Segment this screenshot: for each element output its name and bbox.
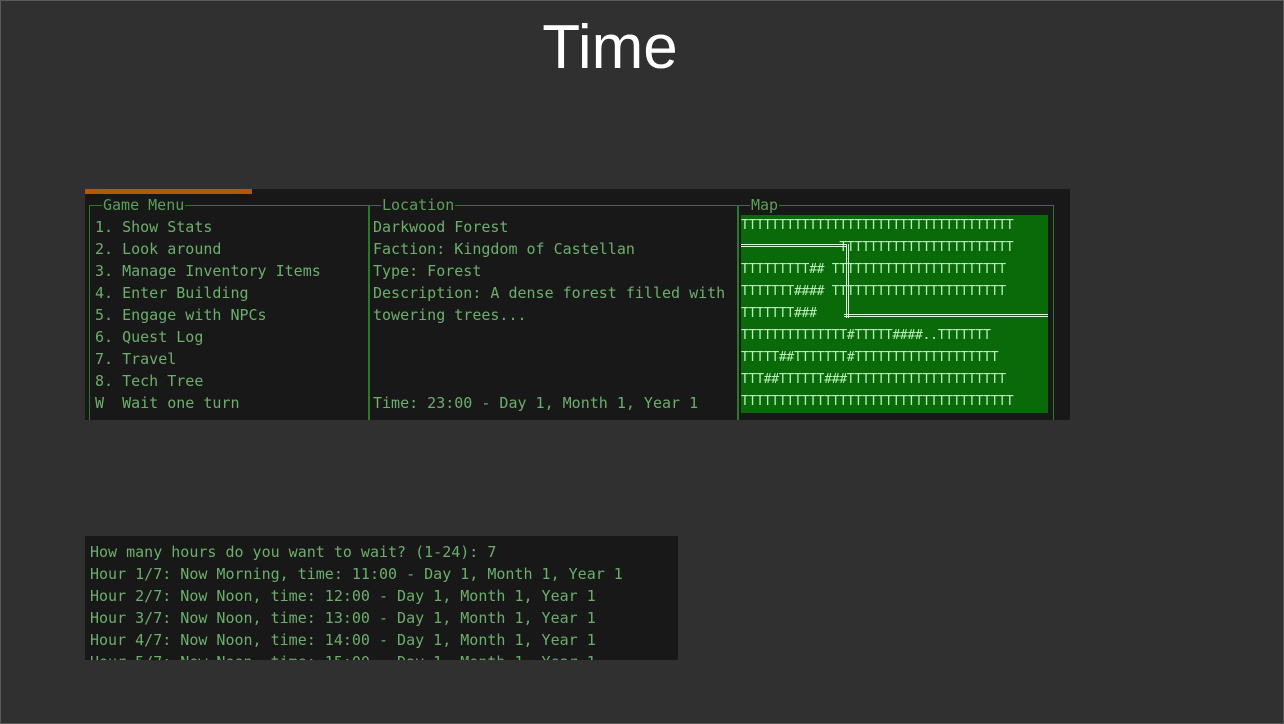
map-label: Map [750, 196, 780, 214]
game-menu-label: Game Menu [102, 196, 186, 214]
map-road [844, 244, 849, 318]
menu-item-show-stats[interactable]: 1. Show Stats [95, 216, 212, 238]
log-line-prompt: How many hours do you want to wait? (1-2… [90, 543, 497, 561]
location-description: Description: A dense forest filled with [373, 284, 726, 302]
menu-item-tech-tree[interactable]: 8. Tech Tree [95, 370, 203, 392]
map-row: TTTTTTTTTTTTTTTTTTTTTTTTTTTTTTTTTTTT [741, 394, 1014, 409]
wait-log-terminal: How many hours do you want to wait? (1-2… [85, 536, 678, 660]
map-row: TTTTTTT### [741, 306, 817, 321]
log-line: Hour 5/7: Now Noon, time: 15:00 - Day 1,… [90, 651, 596, 660]
location-label: Location [381, 196, 456, 214]
progress-bar [85, 189, 253, 194]
menu-item-quest-log[interactable]: 6. Quest Log [95, 326, 203, 348]
log-line: Hour 3/7: Now Noon, time: 13:00 - Day 1,… [90, 609, 596, 627]
map-row: TTTTTTTTT## TTTTTTTTTTTTTTTTTTTTTTT [741, 262, 1006, 277]
log-line: Hour 4/7: Now Noon, time: 14:00 - Day 1,… [90, 631, 596, 649]
game-terminal: Game Menu Location Map 1. Show Stats 2. … [85, 189, 1070, 420]
map-row: TTTTTTTTTTTTTTTTTTTTTTTTTTTTTTTTTTTT [741, 218, 1014, 233]
menu-item-manage-inventory[interactable]: 3. Manage Inventory Items [95, 260, 321, 282]
log-line: Hour 1/7: Now Morning, time: 11:00 - Day… [90, 565, 623, 583]
menu-item-wait[interactable]: W Wait one turn [95, 392, 240, 414]
log-line: Hour 2/7: Now Noon, time: 12:00 - Day 1,… [90, 587, 596, 605]
game-time: Time: 23:00 - Day 1, Month 1, Year 1 [373, 394, 699, 412]
map-road [741, 244, 847, 249]
menu-item-look-around[interactable]: 2. Look around [95, 238, 221, 260]
map-row: TTTTTTT#### TTTTTTTTTTTTTTTTTTTTTTT [741, 284, 1006, 299]
location-name: Darkwood Forest [373, 218, 509, 236]
slide-title: Time [542, 13, 678, 82]
menu-item-travel[interactable]: 7. Travel [95, 348, 176, 370]
map-row: TTTTT##TTTTTTT#TTTTTTTTTTTTTTTTTTT [741, 350, 999, 365]
location-description-cont: towering trees... [373, 306, 527, 324]
map-row: TTTTTTTTTTTTTT#TTTTT####..TTTTTTT [741, 328, 991, 343]
map-row: TTT##TTTTTT###TTTTTTTTTTTTTTTTTTTTT [741, 372, 1006, 387]
menu-item-enter-building[interactable]: 4. Enter Building [95, 282, 249, 304]
menu-item-engage-npcs[interactable]: 5. Engage with NPCs [95, 304, 267, 326]
map-road [844, 312, 1048, 317]
location-type: Type: Forest [373, 262, 482, 280]
location-faction: Faction: Kingdom of Castellan [373, 240, 635, 258]
ascii-map: TTTTTTTTTTTTTTTTTTTTTTTTTTTTTTTTTTTT TTT… [741, 215, 1048, 413]
